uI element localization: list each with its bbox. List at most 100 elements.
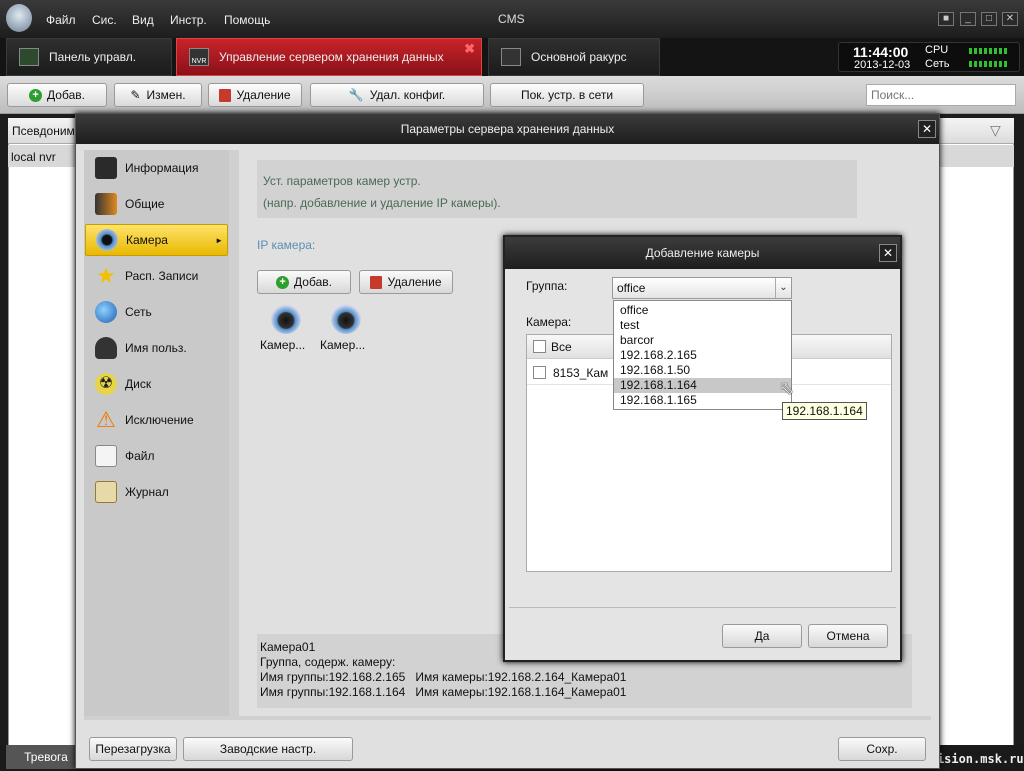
nav-info[interactable]: Информация <box>85 152 228 184</box>
nav-disk[interactable]: ☢ Диск <box>85 368 228 400</box>
nav-label: Информация <box>125 161 199 175</box>
select-all-checkbox[interactable] <box>533 340 546 353</box>
user-icon <box>95 337 117 359</box>
radiation-icon: ☢ <box>95 373 117 395</box>
reboot-button[interactable]: Перезагрузка <box>89 737 177 761</box>
lock-icon[interactable]: ■ <box>938 12 954 26</box>
add-label: Добав. <box>47 88 85 102</box>
close-icon[interactable]: ✕ <box>1002 12 1018 26</box>
factory-reset-button[interactable]: Заводские настр. <box>183 737 353 761</box>
monitor-grid-icon <box>19 48 39 66</box>
globe-icon <box>95 301 117 323</box>
menu-tools[interactable]: Инстр. <box>170 13 207 27</box>
camera-list-label: Камера: <box>526 315 572 329</box>
group-option[interactable]: 192.168.1.165 <box>614 393 791 408</box>
add-label: Добав. <box>294 275 332 289</box>
save-label: Сохр. <box>866 742 898 756</box>
camera-icon <box>96 229 118 251</box>
nav-label: Исключение <box>125 413 194 427</box>
camera-icon[interactable] <box>271 304 301 334</box>
nav-user[interactable]: Имя польз. <box>85 332 228 364</box>
nav-exception[interactable]: ⚠ Исключение <box>85 404 228 436</box>
group-option[interactable]: barcor <box>614 333 791 348</box>
camera-icon[interactable] <box>331 304 361 334</box>
nav-log[interactable]: Журнал <box>85 476 228 508</box>
tab-label: Панель управл. <box>49 50 137 64</box>
add-camera-button[interactable]: + Добав. <box>257 270 351 294</box>
cancel-button[interactable]: Отмена <box>808 624 888 648</box>
network-label: Сеть <box>925 58 950 70</box>
tab-main-view[interactable]: Основной ракурс <box>488 38 660 76</box>
mouse-cursor-icon: ⬁ <box>779 378 795 398</box>
hint-line-1: Уст. параметров камер устр. <box>263 174 421 188</box>
server-orange-icon <box>95 193 117 215</box>
dialog-title: Параметры сервера хранения данных <box>76 114 939 144</box>
chevron-down-icon[interactable]: ⌄ <box>775 278 791 298</box>
filter-icon[interactable]: ▽ <box>990 122 1001 139</box>
app-logo-icon <box>6 4 32 32</box>
trash-icon <box>370 275 383 289</box>
search-input[interactable] <box>866 84 1016 106</box>
nav-label: Расп. Записи <box>125 269 199 283</box>
remote-config-button[interactable]: 🔧 Удал. конфиг. <box>310 83 484 107</box>
nav-label: Сеть <box>125 305 152 319</box>
ok-button[interactable]: Да <box>722 624 802 648</box>
tab-label: Управление сервером хранения данных <box>219 50 444 64</box>
group-select[interactable]: office ⌄ <box>612 277 792 299</box>
group-option[interactable]: 192.168.2.165 <box>614 348 791 363</box>
nav-file[interactable]: Файл <box>85 440 228 472</box>
settings-nav: Информация Общие Камера ► ★ Расп. Записи С… <box>84 150 229 716</box>
hint-box: Уст. параметров камер устр. (напр. добав… <box>257 160 857 218</box>
clock-panel: 11:44:00 2013-12-03 CPU Сеть <box>838 42 1020 72</box>
add-button[interactable]: + Добав. <box>7 83 107 107</box>
factory-reset-label: Заводские настр. <box>219 742 317 756</box>
maximize-icon[interactable]: □ <box>981 12 997 26</box>
group-dropdown: office test barcor 192.168.2.165 192.168… <box>613 300 792 410</box>
menu-file[interactable]: Файл <box>46 13 76 27</box>
cpu-label: CPU <box>925 44 949 56</box>
camera-label[interactable]: Камер... <box>320 338 365 352</box>
nav-label: Диск <box>125 377 152 391</box>
edit-button[interactable]: ✎ Измен. <box>114 83 202 107</box>
nav-camera[interactable]: Камера ► <box>85 224 228 256</box>
tab-storage-server[interactable]: NVR Управление сервером хранения данных … <box>176 38 482 76</box>
delete-label: Удаление <box>387 275 442 289</box>
group-label: Группа: <box>526 279 568 293</box>
group-option-highlighted[interactable]: 192.168.1.164 <box>614 378 791 393</box>
menu-help[interactable]: Помощь <box>224 13 270 27</box>
menu-system[interactable]: Сис. <box>92 13 117 27</box>
server-icon <box>95 157 117 179</box>
tab-label: Основной ракурс <box>531 50 627 64</box>
nav-general[interactable]: Общие <box>85 188 228 220</box>
delete-button[interactable]: Удаление <box>208 83 302 107</box>
nav-schedule[interactable]: ★ Расп. Записи <box>85 260 228 292</box>
save-button[interactable]: Сохр. <box>838 737 926 761</box>
nav-label: Журнал <box>125 485 169 499</box>
alarm-tab[interactable]: Тревога <box>6 745 86 769</box>
delete-camera-button[interactable]: Удаление <box>359 270 453 294</box>
hint-line-2: (напр. добавление и удаление IP камеры). <box>263 196 501 210</box>
minimize-icon[interactable]: _ <box>960 12 976 26</box>
trash-icon <box>219 88 232 102</box>
camera-checkbox[interactable] <box>533 366 546 379</box>
log-icon <box>95 481 117 503</box>
group-option[interactable]: office <box>614 303 791 318</box>
title-bar: Файл Сис. Вид Инстр. Помощь CMS ■ _ □ ✕ <box>0 0 1024 38</box>
add-icon: + <box>29 88 43 102</box>
alias-column-header[interactable]: Псевдоним <box>12 124 75 138</box>
tab-control-panel[interactable]: Панель управл. <box>6 38 172 76</box>
nav-network[interactable]: Сеть <box>85 296 228 328</box>
tab-close-icon[interactable]: ✖ <box>464 41 475 57</box>
file-icon <box>95 445 117 467</box>
group-select-value: office <box>617 281 646 295</box>
menu-view[interactable]: Вид <box>132 13 154 27</box>
add-camera-close-icon[interactable]: ✕ <box>879 244 897 262</box>
window-title: CMS <box>498 12 525 26</box>
star-icon: ★ <box>96 263 116 288</box>
group-option[interactable]: test <box>614 318 791 333</box>
dialog-close-icon[interactable]: ✕ <box>918 120 936 138</box>
camera-label[interactable]: Камер... <box>260 338 305 352</box>
device-alias: local nvr <box>11 150 56 164</box>
group-option[interactable]: 192.168.1.50 <box>614 363 791 378</box>
show-online-button[interactable]: Пок. устр. в сети <box>490 83 644 107</box>
